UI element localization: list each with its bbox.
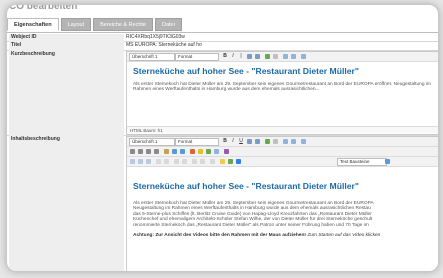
titel-input[interactable]: MS EUROPA: Sterneküche auf ho [126, 42, 202, 48]
inhalt-format-select[interactable]: Format [175, 138, 219, 146]
kurzbeschreibung-editor[interactable]: Überschrift 1 Format B I | Sterneküche a… [126, 51, 438, 135]
numbered-list-icon[interactable] [255, 54, 260, 59]
row-inhaltsbeschreibung: Inhaltsbeschreibung Überschrift 1 Format… [7, 135, 438, 271]
text-bausteine-insert-icon[interactable] [385, 159, 390, 164]
video-note-rest: Zum Starten auf das Video klicken [307, 233, 381, 238]
inhalt-toolbar-3: Text Bausteine [127, 157, 438, 167]
copy-icon[interactable] [138, 159, 143, 164]
inhalt-numbered-list-icon[interactable] [255, 139, 260, 144]
list-icon[interactable] [247, 54, 252, 59]
align-justify-icon[interactable] [154, 149, 159, 154]
text-bausteine-select[interactable]: Text Bausteine [337, 158, 387, 166]
tab-datei[interactable]: Datei [154, 18, 182, 31]
kurz-style-select[interactable]: Überschrift 1 [129, 53, 175, 61]
redo-icon[interactable] [291, 54, 296, 59]
separator-icon: | [240, 53, 242, 59]
preview-icon[interactable] [236, 159, 241, 164]
kurz-format-select[interactable]: Format [175, 53, 219, 61]
inhalt-undo-icon[interactable] [283, 139, 288, 144]
unlink-icon[interactable] [273, 54, 278, 59]
kurz-heading: Sterneküche auf hoher See - "Restaurant … [133, 66, 359, 76]
table-icon[interactable] [172, 149, 177, 154]
inhalt-bold-button[interactable]: B [222, 138, 228, 144]
video-note-bold: Achtung: Zur Ansicht des Videos bitte de… [133, 233, 306, 238]
cut-icon[interactable] [130, 159, 135, 164]
highlight-icon[interactable] [220, 159, 225, 164]
inhalt-line: renommierte Sternekoch das „Restaurant D… [133, 222, 369, 228]
align-right-icon[interactable] [146, 149, 151, 154]
tab-bereiche-rechte[interactable]: Bereiche & Rechte [93, 18, 153, 31]
inhalt-label: Inhaltsbeschreibung [9, 136, 124, 271]
format-icon[interactable] [210, 159, 215, 164]
kurzbeschreibung-label: Kurzbeschreibung [9, 51, 124, 136]
inhalt-style-select[interactable]: Überschrift 1 [129, 138, 175, 146]
undo-icon[interactable] [283, 54, 288, 59]
inhalt-toolbar-1: Überschrift 1 Format B I U [127, 137, 438, 147]
properties-form: Webject ID RIC4XRbq1X5j9TK3G03w Titel MS… [7, 32, 438, 271]
image-icon[interactable] [164, 149, 169, 154]
media-icon[interactable] [180, 149, 185, 154]
code-icon[interactable] [214, 149, 219, 154]
find-icon[interactable] [156, 159, 161, 164]
editor-window: CO bearbeiten Eigenschaften Layout Berei… [6, 4, 439, 272]
inhalt-editor[interactable]: Überschrift 1 Format B I U Text Baustein… [126, 136, 438, 271]
kurz-status: HTML Baum: h1 [127, 126, 438, 133]
replace-icon[interactable] [164, 159, 169, 164]
italic-button[interactable]: I [230, 53, 236, 59]
paste-icon[interactable] [146, 159, 151, 164]
subscript-icon[interactable] [192, 159, 197, 164]
underline-button[interactable]: U [238, 138, 244, 144]
webject-id-value: RIC4XRbq1X5j9TK3G03w [126, 34, 185, 40]
tab-bar: Eigenschaften Layout Bereiche & Rechte D… [7, 18, 182, 31]
inhalt-toolbar-2 [127, 147, 438, 157]
kurz-text: Als erster Sternekoch hat Dieter Müller … [133, 82, 431, 93]
inhalt-paragraph: Als erster Sternekoch hat Dieter Müller … [133, 201, 433, 228]
align-left-icon[interactable] [130, 149, 135, 154]
inhalt-unlink-icon[interactable] [273, 139, 278, 144]
inhalt-italic-button[interactable]: I [230, 138, 236, 144]
row-kurzbeschreibung: Kurzbeschreibung Überschrift 1 Format B … [7, 50, 438, 136]
hr-icon[interactable] [301, 54, 306, 59]
kurz-toolbar: Überschrift 1 Format B I | [127, 52, 438, 62]
inhalt-hr-icon[interactable] [301, 139, 306, 144]
indent-icon[interactable] [174, 159, 179, 164]
superscript-icon[interactable] [200, 159, 205, 164]
emoticon-icon[interactable] [198, 149, 203, 154]
insert-icon[interactable] [206, 149, 211, 154]
align-center-icon[interactable] [138, 149, 143, 154]
special-char-icon[interactable] [224, 149, 229, 154]
tab-eigenschaften[interactable]: Eigenschaften [7, 18, 59, 31]
bold-button[interactable]: B [222, 53, 228, 59]
anchor-icon[interactable] [190, 149, 195, 154]
inhalt-redo-icon[interactable] [291, 139, 296, 144]
inhalt-link-icon[interactable] [265, 139, 270, 144]
inhalt-list-icon[interactable] [247, 139, 252, 144]
inhalt-heading: Sterneküche auf hoher See - "Restaurant … [133, 181, 359, 191]
outdent-icon[interactable] [182, 159, 187, 164]
link-icon[interactable] [265, 54, 270, 59]
video-note: Achtung: Zur Ansicht des Videos bitte de… [133, 233, 433, 238]
tab-layout[interactable]: Layout [60, 18, 92, 31]
window-title: CO bearbeiten [9, 4, 78, 12]
spellcheck-icon[interactable] [228, 159, 233, 164]
